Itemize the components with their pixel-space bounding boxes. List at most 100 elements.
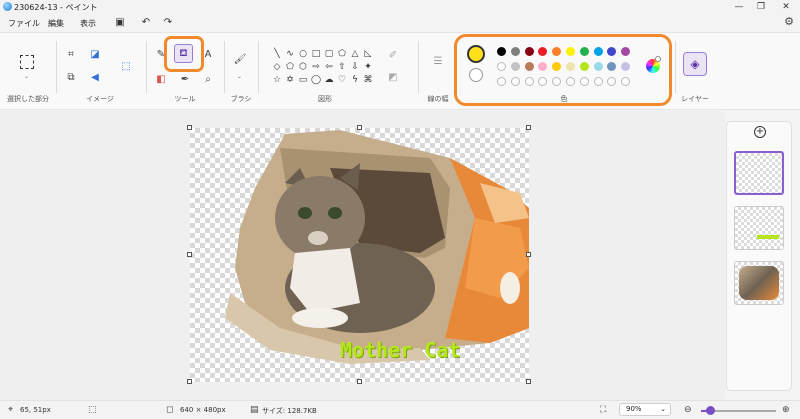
layer-thumbnail-1[interactable] xyxy=(734,151,784,195)
palette-swatch[interactable] xyxy=(566,47,575,56)
star-shape-icon[interactable]: ☆ xyxy=(272,75,282,85)
divider xyxy=(418,41,419,93)
custom-color-slot[interactable] xyxy=(497,77,506,86)
group-label-layers: レイヤー xyxy=(681,95,709,103)
arrow-left-shape-icon[interactable]: ⇦ xyxy=(324,62,334,72)
divider xyxy=(56,41,57,93)
palette-swatch[interactable] xyxy=(510,47,520,56)
hexagon-shape-icon[interactable]: ⬡ xyxy=(298,62,308,72)
line-width-icon[interactable]: ☰ xyxy=(431,55,445,69)
divider xyxy=(258,41,259,93)
zoom-in-icon[interactable]: ⊕ xyxy=(782,405,790,415)
zoom-slider-thumb[interactable] xyxy=(706,406,715,415)
custom-color-slot[interactable] xyxy=(566,77,575,86)
resize-handle[interactable] xyxy=(187,252,192,257)
add-layer-icon[interactable]: + xyxy=(754,126,766,138)
annotation-highlight-colors xyxy=(454,34,672,106)
resize-handle[interactable] xyxy=(357,125,362,130)
chevron-down-icon[interactable]: ⌄ xyxy=(24,73,29,80)
custom-shape-icon[interactable]: ⌘ xyxy=(363,75,373,85)
curve-shape-icon[interactable]: ∿ xyxy=(285,49,295,59)
palette-swatch[interactable] xyxy=(579,62,589,71)
diamond-shape-icon[interactable]: ◇ xyxy=(272,62,282,72)
primary-color-swatch[interactable] xyxy=(467,45,485,63)
undo-icon[interactable]: ↶ xyxy=(140,17,152,29)
palette-swatch[interactable] xyxy=(524,47,534,56)
zoom-select[interactable]: 90% ⌄ xyxy=(619,403,671,416)
palette-swatch[interactable] xyxy=(497,47,506,56)
callout-cloud-shape-icon[interactable]: ☁ xyxy=(324,75,334,85)
palette-swatch[interactable] xyxy=(566,62,575,71)
fill-style-icon[interactable]: ◩ xyxy=(386,71,400,85)
layer-thumbnail-3[interactable] xyxy=(734,261,784,305)
rounded-rectangle-shape-icon[interactable]: ▢ xyxy=(324,49,334,59)
pentagon-shape-icon[interactable]: ⬠ xyxy=(285,62,295,72)
right-triangle-shape-icon[interactable]: ◺ xyxy=(363,49,373,59)
arrow-up-shape-icon[interactable]: ⇧ xyxy=(337,62,347,72)
palette-swatch[interactable] xyxy=(593,62,603,71)
resize-handle[interactable] xyxy=(187,125,192,130)
six-point-star-shape-icon[interactable]: ✡ xyxy=(285,75,295,85)
polygon-shape-icon[interactable]: ⬠ xyxy=(337,49,347,59)
resize-icon[interactable]: ◪ xyxy=(88,48,102,62)
crop-icon[interactable]: ⌗ xyxy=(64,48,78,62)
line-shape-icon[interactable]: ╲ xyxy=(272,49,282,59)
maximize-button[interactable]: ❐ xyxy=(755,1,767,13)
resize-handle[interactable] xyxy=(526,379,531,384)
arrow-down-shape-icon[interactable]: ⇩ xyxy=(350,62,360,72)
custom-color-slot[interactable] xyxy=(510,77,520,86)
brush-icon[interactable]: 🖌 xyxy=(233,53,247,67)
group-label-shapes: 図形 xyxy=(318,95,332,103)
custom-color-slot[interactable] xyxy=(593,77,603,86)
arrow-right-shape-icon[interactable]: ⇨ xyxy=(311,62,321,72)
palette-swatch[interactable] xyxy=(524,62,534,71)
color-picker-icon[interactable]: ✒ xyxy=(178,73,192,87)
resize-handle[interactable] xyxy=(357,379,362,384)
triangle-shape-icon[interactable]: △ xyxy=(350,49,360,59)
palette-swatch[interactable] xyxy=(510,62,520,71)
selection-tool-icon[interactable] xyxy=(20,55,34,69)
lightning-shape-icon[interactable]: ϟ xyxy=(350,75,360,85)
menu-edit[interactable]: 編集 xyxy=(48,18,64,29)
group-label-line-width: 線の幅 xyxy=(427,95,449,103)
zoom-out-icon[interactable]: ⊖ xyxy=(684,405,692,415)
palette-swatch[interactable] xyxy=(579,47,589,56)
fill-bucket-icon[interactable]: ⛾ xyxy=(174,44,193,63)
divider xyxy=(675,41,676,93)
save-icon[interactable]: ▣ xyxy=(114,17,126,29)
menu-bar: ファイル 編集 表示 ▣ ↶ ↷ xyxy=(0,14,800,32)
redo-icon[interactable]: ↷ xyxy=(162,17,174,29)
flip-icon[interactable]: ◀ xyxy=(88,71,102,85)
secondary-color-swatch[interactable] xyxy=(469,68,483,82)
image-select-icon[interactable]: ⬚ xyxy=(119,60,133,74)
four-point-star-shape-icon[interactable]: ✦ xyxy=(363,62,373,72)
minimize-button[interactable]: — xyxy=(733,1,745,13)
settings-gear-icon[interactable]: ⚙ xyxy=(784,15,794,28)
group-label-image: イメージ xyxy=(86,95,114,103)
callout-rect-shape-icon[interactable]: ▭ xyxy=(298,75,308,85)
rotate-icon[interactable]: ⧉ xyxy=(64,71,78,85)
heart-shape-icon[interactable]: ♡ xyxy=(337,75,347,85)
fit-to-window-icon[interactable]: ⛶ xyxy=(600,405,606,415)
resize-handle[interactable] xyxy=(526,125,531,130)
layers-icon[interactable]: ◈ xyxy=(683,52,707,76)
resize-handle[interactable] xyxy=(187,379,192,384)
eraser-icon[interactable]: ◧ xyxy=(154,73,168,87)
close-button[interactable]: ✕ xyxy=(780,1,792,13)
menu-file[interactable]: ファイル xyxy=(8,18,40,29)
palette-swatch[interactable] xyxy=(497,62,506,71)
oval-shape-icon[interactable]: ○ xyxy=(298,49,308,59)
menu-view[interactable]: 表示 xyxy=(80,18,96,29)
file-size-icon: ▤ xyxy=(250,405,259,415)
layer-thumbnail-2[interactable] xyxy=(734,206,784,250)
magnifier-icon[interactable]: ⌕ xyxy=(201,73,215,87)
rectangle-shape-icon[interactable]: □ xyxy=(311,49,321,59)
custom-color-slot[interactable] xyxy=(579,77,589,86)
outline-icon[interactable]: ✐ xyxy=(386,49,400,63)
custom-color-slot[interactable] xyxy=(524,77,534,86)
callout-oval-shape-icon[interactable]: ◯ xyxy=(311,75,321,85)
palette-swatch[interactable] xyxy=(593,47,603,56)
chevron-down-icon[interactable]: ⌄ xyxy=(237,73,242,80)
chevron-down-icon: ⌄ xyxy=(660,405,666,413)
resize-handle[interactable] xyxy=(526,252,531,257)
